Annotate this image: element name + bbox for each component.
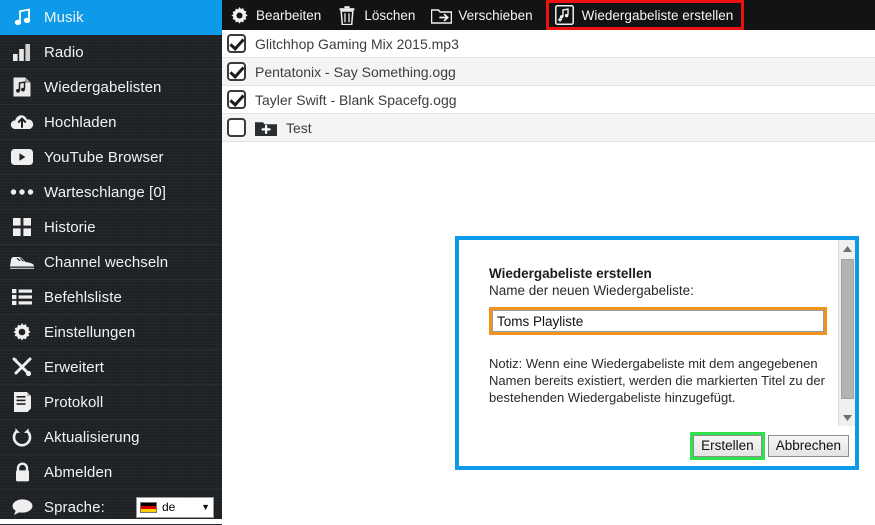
- dialog-body: Wiedergabeliste erstellen Name der neuen…: [459, 240, 855, 426]
- dialog-scrollbar[interactable]: [838, 240, 855, 426]
- edit-button[interactable]: Bearbeiten: [222, 0, 330, 30]
- sidebar-item-channel-wechseln[interactable]: Channel wechseln: [0, 245, 222, 280]
- sidebar-item-label: Einstellungen: [44, 323, 136, 341]
- file-name: Test: [286, 119, 312, 136]
- toolbar-button-label: Bearbeiten: [256, 7, 322, 23]
- row-checkbox[interactable]: [227, 34, 246, 53]
- table-row[interactable]: Glitchhop Gaming Mix 2015.mp3: [222, 30, 875, 58]
- ellipsis-icon: [9, 181, 35, 203]
- dialog-subtitle: Name der neuen Wiedergabeliste:: [489, 283, 694, 298]
- scrollbar-thumb[interactable]: [841, 259, 854, 399]
- language-label: Sprache:: [44, 498, 105, 516]
- delete-button[interactable]: Löschen: [330, 0, 424, 30]
- sidebar-item-befehlsliste[interactable]: Befehlsliste: [0, 280, 222, 315]
- sidebar-item-abmelden[interactable]: Abmelden: [0, 455, 222, 490]
- language-selector-row: Sprache: de ▼: [0, 490, 222, 525]
- gear-icon: [228, 4, 250, 26]
- sidebar: Musik Radio Wiedergabelisten Hochladen Y…: [0, 0, 222, 525]
- create-button-highlight: Erstellen: [690, 432, 765, 460]
- table-row[interactable]: Tayler Swift - Blank Spacefg.ogg: [222, 86, 875, 114]
- sidebar-item-youtube-browser[interactable]: YouTube Browser: [0, 140, 222, 175]
- dialog-footer: Erstellen Abbrechen: [459, 426, 855, 466]
- toolbar: Bearbeiten Löschen Verschieben Wiedergab…: [222, 0, 875, 30]
- sidebar-item-aktualisierung[interactable]: Aktualisierung: [0, 420, 222, 455]
- sidebar-item-label: Abmelden: [44, 463, 113, 481]
- sidebar-item-radio[interactable]: Radio: [0, 35, 222, 70]
- sidebar-item-wiedergabelisten[interactable]: Wiedergabelisten: [0, 70, 222, 105]
- row-checkbox[interactable]: [227, 118, 246, 137]
- create-button[interactable]: Erstellen: [693, 435, 762, 457]
- file-name: Glitchhop Gaming Mix 2015.mp3: [255, 35, 459, 52]
- file-name: Pentatonix - Say Something.ogg: [255, 63, 456, 80]
- speech-bubble-icon: [9, 496, 35, 518]
- gear-icon: [9, 321, 35, 343]
- sidebar-item-erweitert[interactable]: Erweitert: [0, 350, 222, 385]
- table-row[interactable]: Test: [222, 114, 875, 142]
- cancel-button[interactable]: Abbrechen: [767, 435, 849, 457]
- table-row[interactable]: Pentatonix - Say Something.ogg: [222, 58, 875, 86]
- add-folder-icon: [255, 120, 277, 136]
- music-note-icon: [9, 6, 35, 28]
- sidebar-item-label: Hochladen: [44, 113, 117, 131]
- playlist-name-input-highlight: [489, 307, 827, 335]
- file-name: Tayler Swift - Blank Spacefg.ogg: [255, 91, 457, 108]
- trash-icon: [336, 4, 358, 26]
- sidebar-item-hochladen[interactable]: Hochladen: [0, 105, 222, 140]
- german-flag-icon: [140, 501, 157, 513]
- toolbar-button-label: Verschieben: [458, 7, 533, 23]
- sidebar-item-label: Channel wechseln: [44, 253, 169, 271]
- sidebar-item-warteschlange[interactable]: Warteschlange [0]: [0, 175, 222, 210]
- document-icon: [9, 391, 35, 413]
- sidebar-item-label: Radio: [44, 43, 84, 61]
- bar-chart-icon: [9, 41, 35, 63]
- refresh-circle-icon: [9, 426, 35, 448]
- sidebar-item-einstellungen[interactable]: Einstellungen: [0, 315, 222, 350]
- sidebar-item-label: Protokoll: [44, 393, 104, 411]
- move-button[interactable]: Verschieben: [424, 0, 541, 30]
- add-playlist-icon: [554, 4, 576, 26]
- youtube-play-icon: [9, 146, 35, 168]
- create-playlist-button[interactable]: Wiedergabeliste erstellen: [545, 0, 745, 30]
- sidebar-item-label: Musik: [44, 8, 84, 26]
- create-playlist-dialog: Wiedergabeliste erstellen Name der neuen…: [455, 236, 859, 470]
- sidebar-item-label: YouTube Browser: [44, 148, 164, 166]
- cloud-upload-icon: [9, 111, 35, 133]
- sidebar-item-label: Historie: [44, 218, 96, 236]
- playlist-icon: [9, 76, 35, 98]
- sidebar-item-label: Befehlsliste: [44, 288, 122, 306]
- sidebar-item-musik[interactable]: Musik: [0, 0, 222, 35]
- lock-icon: [9, 461, 35, 483]
- scroll-up-arrow-icon[interactable]: [839, 240, 855, 257]
- sidebar-item-label: Aktualisierung: [44, 428, 140, 446]
- dialog-note: Notiz: Wenn eine Wiedergabeliste mit dem…: [489, 356, 825, 405]
- tools-cross-icon: [9, 356, 35, 378]
- language-value: de: [162, 500, 176, 514]
- sidebar-item-protokoll[interactable]: Protokoll: [0, 385, 222, 420]
- toolbar-button-label: Wiedergabeliste erstellen: [581, 7, 734, 23]
- row-checkbox[interactable]: [227, 62, 246, 81]
- dialog-title: Wiedergabeliste erstellen: [489, 266, 652, 281]
- playlist-name-input[interactable]: [492, 310, 824, 332]
- sidebar-item-label: Warteschlange [0]: [44, 183, 167, 201]
- sidebar-item-label: Wiedergabelisten: [44, 78, 162, 96]
- move-folder-icon: [430, 4, 452, 26]
- shoe-icon: [9, 251, 35, 273]
- row-checkbox[interactable]: [227, 90, 246, 109]
- sidebar-item-label: Erweitert: [44, 358, 105, 376]
- toolbar-button-label: Löschen: [364, 7, 416, 23]
- list-icon: [9, 286, 35, 308]
- scroll-down-arrow-icon[interactable]: [839, 409, 855, 426]
- chevron-down-icon: ▼: [201, 501, 210, 512]
- sidebar-item-historie[interactable]: Historie: [0, 210, 222, 245]
- grid-squares-icon: [9, 216, 35, 238]
- language-dropdown[interactable]: de ▼: [136, 496, 214, 518]
